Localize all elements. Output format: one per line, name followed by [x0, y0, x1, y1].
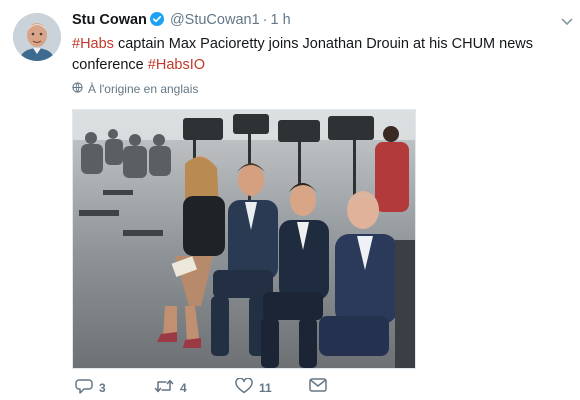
envelope-icon [309, 378, 327, 395]
translate-link[interactable]: À l'origine en anglais [72, 82, 198, 96]
chevron-down-icon[interactable] [561, 14, 573, 32]
retweet-count: 4 [180, 380, 187, 395]
tweet-text-body: captain Max Pacioretty joins Jonathan Dr… [72, 36, 533, 73]
like-count: 11 [259, 380, 272, 395]
reply-icon [75, 378, 93, 397]
verified-badge-icon [149, 12, 164, 30]
tweet-text: #Habs captain Max Pacioretty joins Jonat… [72, 34, 572, 76]
separator-dot: · [262, 12, 268, 28]
translate-label: À l'origine en anglais [88, 82, 199, 96]
retweet-icon [154, 378, 174, 397]
globe-icon [72, 82, 83, 96]
author-handle[interactable]: @StuCowan1 [170, 12, 260, 28]
tweet-photo[interactable] [72, 109, 416, 369]
tweet-header: Stu Cowan @StuCowan1 · 1 h [72, 12, 291, 32]
reply-count: 3 [99, 380, 106, 395]
avatar[interactable] [13, 13, 61, 61]
hashtag-link[interactable]: #Habs [72, 36, 114, 52]
tweet: Stu Cowan @StuCowan1 · 1 h #Habs captain M… [0, 0, 580, 400]
heart-icon [235, 377, 253, 397]
reply-button[interactable]: 3 [75, 378, 106, 397]
hashtag-link[interactable]: #HabsIO [148, 57, 205, 73]
tweet-timestamp[interactable]: 1 h [270, 12, 290, 28]
like-button[interactable]: 11 [235, 377, 272, 397]
direct-message-button[interactable] [309, 378, 327, 395]
author-name[interactable]: Stu Cowan [72, 12, 147, 28]
retweet-button[interactable]: 4 [154, 378, 187, 397]
